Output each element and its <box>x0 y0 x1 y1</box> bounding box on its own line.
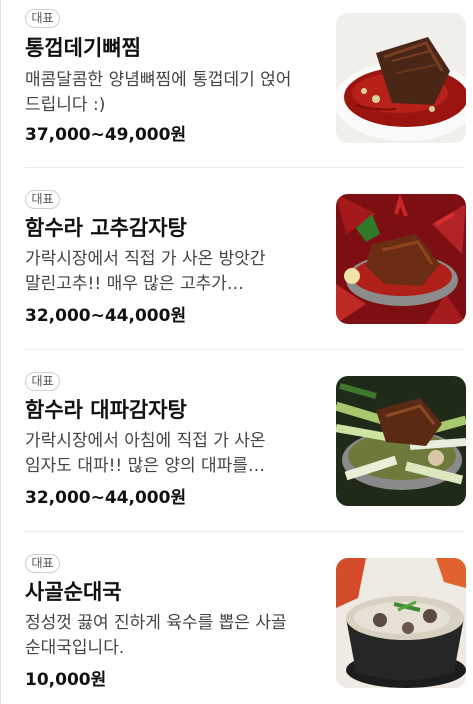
signature-badge: 대표 <box>25 372 60 391</box>
menu-item-photo[interactable] <box>336 13 466 143</box>
signature-badge: 대표 <box>25 554 60 573</box>
menu-item-price: 32,000~44,000원 <box>25 306 187 326</box>
menu-item-name: 함수라 대파감자탕 <box>25 398 187 422</box>
menu-item-name: 함수라 고추감자탕 <box>25 216 187 240</box>
menu-item[interactable]: 대표 통껍데기뼈찜 매콤달콤한 양념뼈찜에 통껍데기 얹어 드립니다 :) 37… <box>0 0 473 168</box>
menu-item-name: 통껍데기뼈찜 <box>25 36 141 60</box>
menu-item-description: 정성껏 끓여 진하게 육수를 뽑은 사골 순대국입니다. <box>25 613 287 658</box>
menu-item-description: 가락시장에서 직접 가 사온 방앗간 말린고추!! 매우 많은 고추가 들어갑니… <box>25 249 266 294</box>
menu-item[interactable]: 대표 함수라 대파감자탕 가락시장에서 아침에 직접 가 사온 임자도 대파!!… <box>0 350 473 532</box>
menu-item-description: 매콤달콤한 양념뼈찜에 통껍데기 얹어 드립니다 :) <box>25 70 292 115</box>
menu-item[interactable]: 대표 사골순대국 정성껏 끓여 진하게 육수를 뽑은 사골 순대국입니다. 10… <box>0 532 473 704</box>
menu-item-price: 10,000원 <box>25 670 107 690</box>
menu-item-price: 37,000~49,000원 <box>25 125 187 145</box>
signature-badge: 대표 <box>25 9 60 28</box>
menu-item[interactable]: 대표 함수라 고추감자탕 가락시장에서 직접 가 사온 방앗간 말린고추!! 매… <box>0 168 473 350</box>
menu-item-photo[interactable] <box>336 376 466 506</box>
menu-item-price: 32,000~44,000원 <box>25 488 187 508</box>
menu-item-name: 사골순대국 <box>25 580 122 604</box>
menu-item-photo[interactable] <box>336 558 466 688</box>
signature-badge: 대표 <box>25 190 60 209</box>
menu-item-description: 가락시장에서 아침에 직접 가 사온 임자도 대파!! 많은 양의 대파를 넣어… <box>25 431 266 476</box>
menu-item-photo[interactable] <box>336 194 466 324</box>
